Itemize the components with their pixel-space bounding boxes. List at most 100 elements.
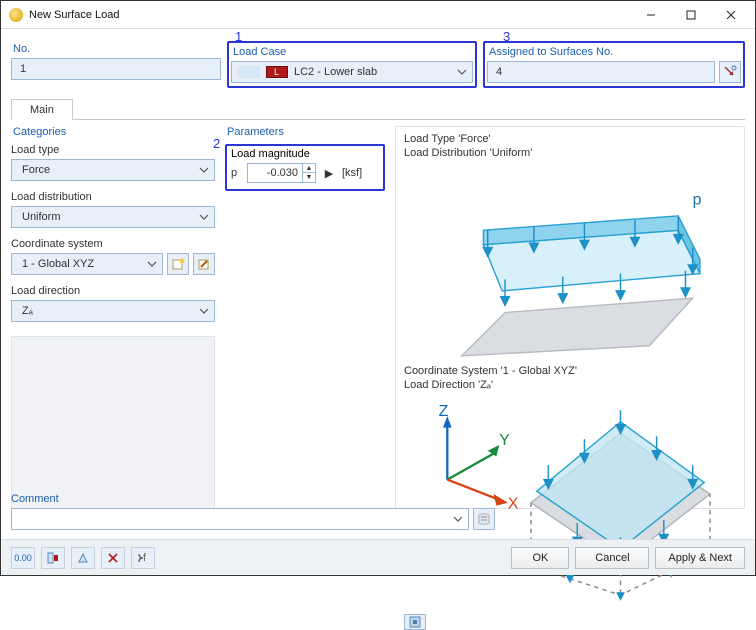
parameters-highlight: Load magnitude p ▲ ▼ ▶ [ksf] bbox=[225, 144, 385, 191]
minimize-icon bbox=[646, 10, 656, 20]
svg-text:Y: Y bbox=[499, 432, 510, 449]
cancel-button[interactable]: Cancel bbox=[575, 547, 649, 569]
tool-2-button[interactable] bbox=[41, 547, 65, 569]
assigned-field: Assigned to Surfaces No. bbox=[483, 41, 745, 88]
edit-icon bbox=[197, 257, 211, 271]
tool-3-button[interactable] bbox=[71, 547, 95, 569]
preview-line2a: Coordinate System '1 - Global XYZ' bbox=[404, 365, 736, 377]
coord-system-label: Coordinate system bbox=[11, 238, 215, 250]
load-direction-select[interactable]: Zₐ bbox=[11, 300, 215, 322]
magnitude-input-wrap: ▲ ▼ bbox=[247, 163, 316, 183]
chevron-down-icon bbox=[453, 516, 463, 522]
magnitude-spinner[interactable]: ▲ ▼ bbox=[302, 164, 315, 182]
coord-system-select[interactable]: 1 - Global XYZ bbox=[11, 253, 163, 275]
preview-upper: p bbox=[404, 161, 736, 363]
load-distribution-label: Load distribution bbox=[11, 191, 215, 203]
load-case-value: LC2 - Lower slab bbox=[294, 66, 377, 78]
window-title: New Surface Load bbox=[29, 9, 120, 21]
load-case-dropdown[interactable]: L LC2 - Lower slab bbox=[231, 61, 473, 83]
maximize-icon bbox=[686, 10, 696, 20]
tool-5-button[interactable]: f bbox=[131, 547, 155, 569]
assigned-label: Assigned to Surfaces No. bbox=[489, 46, 741, 58]
coord-system-group: Coordinate system 1 - Global XYZ bbox=[11, 238, 215, 275]
categories-empty-area bbox=[11, 336, 215, 509]
minimize-button[interactable] bbox=[631, 3, 671, 27]
categories-panel: Categories Load type Force Load distribu… bbox=[11, 126, 215, 509]
annotation-2: 2 bbox=[213, 136, 220, 151]
pick-surfaces-button[interactable] bbox=[719, 61, 741, 83]
load-direction-label: Load direction bbox=[11, 285, 215, 297]
magnitude-input[interactable] bbox=[248, 167, 302, 179]
no-input-wrap bbox=[11, 58, 221, 80]
load-type-label: Load type bbox=[11, 144, 215, 156]
tool-4-icon bbox=[106, 551, 120, 565]
no-input[interactable] bbox=[18, 62, 214, 76]
load-direction-group: Load direction Zₐ bbox=[11, 285, 215, 322]
preview-settings-button[interactable] bbox=[404, 614, 426, 630]
pick-icon bbox=[723, 65, 737, 79]
comment-edit-button[interactable] bbox=[473, 508, 495, 530]
apply-next-button[interactable]: Apply & Next bbox=[655, 547, 745, 569]
script-icon: f bbox=[136, 551, 150, 565]
preview-upper-svg: p bbox=[404, 161, 736, 363]
coord-system-value: 1 - Global XYZ bbox=[22, 258, 94, 270]
preview-gear-icon bbox=[408, 615, 422, 629]
tool-4-button[interactable] bbox=[101, 547, 125, 569]
no-label: No. bbox=[13, 43, 221, 55]
close-icon bbox=[726, 10, 736, 20]
chevron-down-icon bbox=[199, 167, 209, 173]
apply-next-label: Apply & Next bbox=[668, 552, 732, 564]
magnitude-step-button[interactable]: ▶ bbox=[322, 167, 336, 180]
close-button[interactable] bbox=[711, 3, 751, 27]
tool-units-button[interactable]: 0.00 bbox=[11, 547, 35, 569]
app-icon bbox=[9, 8, 23, 22]
load-magnitude-row: p ▲ ▼ ▶ [ksf] bbox=[231, 163, 379, 183]
tab-main-label: Main bbox=[30, 104, 54, 116]
preview-p-label: p bbox=[693, 191, 702, 208]
comment-label: Comment bbox=[11, 493, 495, 505]
parameters-title: Parameters bbox=[227, 126, 385, 138]
svg-text:X: X bbox=[508, 496, 519, 513]
ok-label: OK bbox=[532, 552, 548, 564]
comment-panel: Comment bbox=[11, 493, 495, 539]
preview-panel: Load Type 'Force' Load Distribution 'Uni… bbox=[395, 126, 745, 509]
bottom-bar: 0.00 f OK Cancel Apply & Next bbox=[1, 539, 755, 575]
preview-line1b: Load Distribution 'Uniform' bbox=[404, 147, 736, 159]
maximize-button[interactable] bbox=[671, 3, 711, 27]
load-type-value: Force bbox=[22, 164, 50, 176]
coord-edit-button[interactable] bbox=[193, 253, 215, 275]
load-distribution-value: Uniform bbox=[22, 211, 61, 223]
tool-3-icon bbox=[76, 551, 90, 565]
load-case-color-pre bbox=[238, 66, 260, 78]
ok-button[interactable]: OK bbox=[511, 547, 569, 569]
annotation-3: 3 bbox=[503, 29, 510, 44]
load-case-color-swatch: L bbox=[266, 66, 288, 78]
parameters-panel: 2 Parameters Load magnitude p ▲ ▼ ▶ bbox=[225, 126, 385, 509]
assigned-input[interactable] bbox=[494, 65, 708, 79]
note-icon bbox=[477, 512, 491, 526]
load-distribution-select[interactable]: Uniform bbox=[11, 206, 215, 228]
no-field: No. bbox=[11, 41, 221, 88]
assigned-input-wrap bbox=[487, 61, 715, 83]
chevron-down-icon bbox=[457, 69, 467, 75]
tab-body: Categories Load type Force Load distribu… bbox=[11, 119, 745, 509]
preview-line2b: Load Direction 'Zₐ' bbox=[404, 379, 736, 391]
spin-up-icon: ▲ bbox=[303, 164, 315, 173]
svg-text:f: f bbox=[143, 552, 147, 564]
load-direction-value: Zₐ bbox=[22, 305, 33, 317]
title-bar: New Surface Load bbox=[1, 1, 755, 29]
coord-new-button[interactable] bbox=[167, 253, 189, 275]
preview-line1a: Load Type 'Force' bbox=[404, 133, 736, 145]
load-case-field: Load Case L LC2 - Lower slab bbox=[227, 41, 477, 88]
magnitude-symbol: p bbox=[231, 167, 241, 179]
new-icon bbox=[171, 257, 185, 271]
preview-pane: Load Type 'Force' Load Distribution 'Uni… bbox=[395, 126, 745, 509]
tabs: Main Categories Load type Force Load dis… bbox=[11, 98, 745, 509]
tab-main[interactable]: Main bbox=[11, 99, 73, 120]
units-icon: 0.00 bbox=[14, 553, 32, 563]
cancel-label: Cancel bbox=[595, 552, 629, 564]
load-type-select[interactable]: Force bbox=[11, 159, 215, 181]
load-type-group: Load type Force bbox=[11, 144, 215, 181]
magnitude-unit: [ksf] bbox=[342, 167, 362, 179]
comment-combobox[interactable] bbox=[11, 508, 469, 530]
